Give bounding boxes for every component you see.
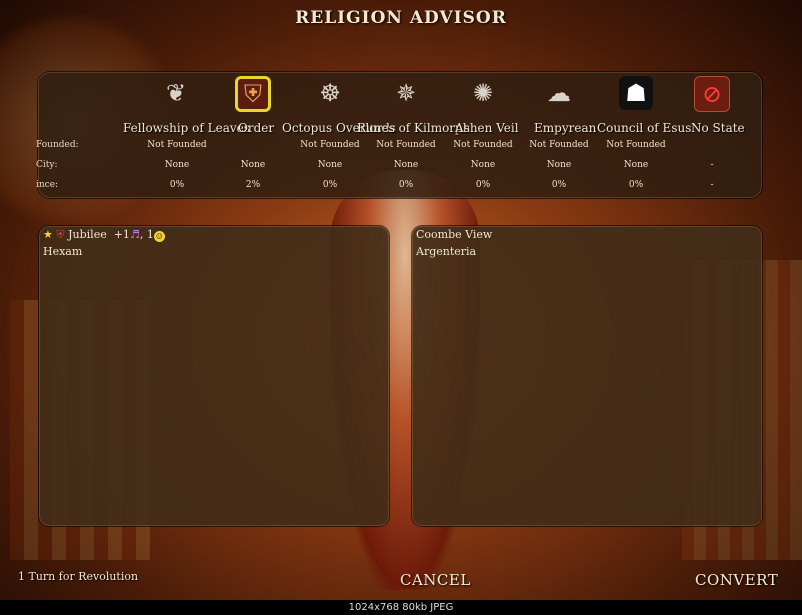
influence-cell: 0%	[398, 180, 414, 190]
order-shield-icon[interactable]: ⛨	[235, 76, 271, 112]
religion-column-fellowship[interactable]: ❦	[138, 76, 214, 110]
founded-cell: Not Founded	[147, 140, 207, 150]
octopus-icon[interactable]: ☸	[313, 76, 347, 110]
religion-name-order: Order	[238, 121, 275, 135]
city-cell: None	[470, 160, 496, 170]
founded-cell: Not Founded	[300, 140, 360, 150]
city-cell: -	[710, 160, 714, 170]
religion-name-no-state: No State	[691, 121, 745, 135]
founded-cell: Not Founded	[606, 140, 666, 150]
capital-star-icon: ★	[43, 228, 53, 241]
influence-cell: 0%	[322, 180, 338, 190]
cancel-button[interactable]: CANCEL	[400, 571, 471, 589]
happy-face-icon: ☺	[153, 231, 165, 242]
esus-hooded-icon[interactable]: ☗	[619, 76, 653, 110]
order-shield-icon: ⛨	[56, 228, 65, 241]
founded-cell: Not Founded	[376, 140, 436, 150]
religion-column-esus[interactable]: ☗	[598, 76, 674, 110]
influence-cell: 0%	[628, 180, 644, 190]
religion-column-order[interactable]: ⛨	[215, 76, 291, 112]
city-name: Jubilee	[68, 228, 107, 241]
religion-column-octopus[interactable]: ☸	[292, 76, 368, 110]
influence-cell: 2%	[245, 180, 261, 190]
revolution-turns-text: 1 Turn for Revolution	[18, 570, 139, 583]
religion-name-runes: Runes of Kilmorph	[357, 121, 471, 135]
culture-bonus: +1	[113, 228, 130, 241]
city-cell: None	[317, 160, 343, 170]
influence-cell: -	[710, 180, 714, 190]
music-note-icon: ♬	[129, 228, 140, 241]
row-label-city: City:	[36, 160, 58, 170]
religion-name-esus: Council of Esus	[597, 121, 692, 135]
city-cell: None	[164, 160, 190, 170]
screen-title: RELIGION ADVISOR	[295, 8, 507, 28]
ashen-veil-icon[interactable]: ✺	[466, 76, 500, 110]
empyrean-wing-icon[interactable]: ☁	[542, 76, 576, 110]
other-cities-panel: Coombe View Argenteria	[412, 226, 762, 526]
convert-button[interactable]: CONVERT	[695, 571, 778, 589]
city-row-coombe-view[interactable]: Coombe View	[416, 228, 492, 241]
city-row-hexam[interactable]: Hexam	[43, 245, 82, 258]
influence-cell: 0%	[551, 180, 567, 190]
image-info-bar: 1024x768 80kb JPEG	[0, 600, 802, 615]
current-religion-cities-panel: ★ ⛨ Jubilee +1♬, 1 ☺ Hexam	[39, 226, 389, 526]
religion-name-fellowship: Fellowship of Leaves	[123, 121, 250, 135]
influence-cell: 0%	[169, 180, 185, 190]
happiness-value: 1	[146, 228, 154, 241]
founded-cell: Not Founded	[529, 140, 589, 150]
influence-cell: 0%	[475, 180, 491, 190]
row-label-founded: Founded:	[36, 140, 79, 150]
founded-cell: Not Founded	[453, 140, 513, 150]
rune-compass-icon[interactable]: ✵	[389, 76, 423, 110]
city-row-argenteria[interactable]: Argenteria	[416, 245, 476, 258]
row-label-influence: ince:	[36, 180, 59, 190]
city-cell: None	[623, 160, 649, 170]
religion-name-ashen-veil: Ashen Veil	[455, 121, 519, 135]
leaf-icon[interactable]: ❦	[159, 76, 193, 110]
city-cell: None	[393, 160, 419, 170]
city-cell: None	[546, 160, 572, 170]
religion-name-empyrean: Empyrean	[534, 121, 597, 135]
religion-column-empyrean[interactable]: ☁	[521, 76, 597, 110]
city-row-jubilee[interactable]: ★ ⛨ Jubilee +1♬, 1 ☺	[43, 228, 165, 242]
religion-column-no-state[interactable]: ⊘	[674, 76, 750, 112]
religion-column-ashen-veil[interactable]: ✺	[445, 76, 521, 110]
no-state-icon[interactable]: ⊘	[694, 76, 730, 112]
religion-column-runes[interactable]: ✵	[368, 76, 444, 110]
city-cell: None	[240, 160, 266, 170]
